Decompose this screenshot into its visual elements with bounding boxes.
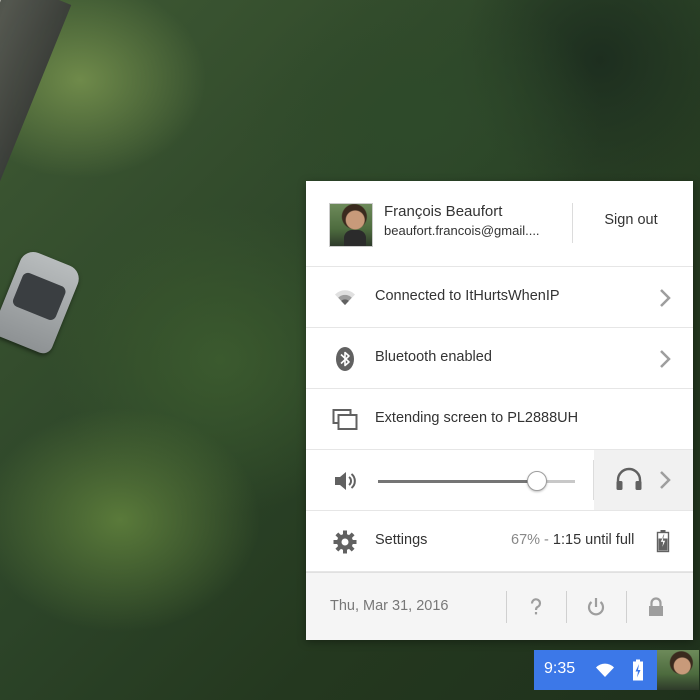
system-tray-menu: François Beaufort beaufort.francois@gmai… (306, 181, 693, 640)
network-row[interactable]: Connected to ItHurtsWhenIP (306, 267, 693, 328)
wallpaper-car (0, 247, 83, 357)
volume-slider-thumb[interactable] (526, 471, 547, 491)
chevron-right-icon (660, 289, 671, 307)
battery-status: 67% - 1:15 until full (511, 532, 634, 548)
battery-charging-icon (633, 659, 643, 681)
display-icon (332, 409, 358, 430)
divider (572, 203, 573, 243)
battery-time: 1:15 until full (552, 532, 635, 548)
user-row: François Beaufort beaufort.francois@gmai… (306, 181, 693, 267)
battery-percent: 67% (511, 532, 541, 548)
battery-separator: - (540, 532, 553, 548)
help-icon[interactable] (524, 595, 548, 619)
settings-label: Settings (375, 532, 428, 548)
bluetooth-label: Bluetooth enabled (375, 349, 492, 365)
footer-row: Thu, Mar 31, 2016 (306, 572, 693, 640)
gear-icon (333, 530, 357, 554)
network-label: Connected to ItHurtsWhenIP (375, 288, 560, 304)
speaker-icon[interactable] (332, 468, 358, 494)
sign-out-button[interactable]: Sign out (586, 212, 676, 228)
lock-icon[interactable] (644, 595, 668, 619)
volume-slider-fill (378, 480, 536, 483)
shelf-status-area[interactable]: 9:35 (534, 650, 658, 690)
chevron-right-icon (660, 471, 671, 489)
shelf-clock: 9:35 (544, 660, 576, 677)
user-name: François Beaufort (384, 203, 503, 220)
chevron-right-icon (660, 350, 671, 368)
divider (566, 591, 567, 623)
bluetooth-icon (336, 347, 354, 371)
power-icon[interactable] (584, 595, 608, 619)
settings-row[interactable]: Settings 67% - 1:15 until full (306, 511, 693, 572)
wifi-icon (335, 290, 355, 305)
user-avatar (329, 203, 373, 247)
display-row[interactable]: Extending screen to PL2888UH (306, 389, 693, 450)
battery-charging-icon (656, 530, 670, 553)
date-label[interactable]: Thu, Mar 31, 2016 (330, 598, 449, 614)
volume-row (306, 450, 693, 511)
display-label: Extending screen to PL2888UH (375, 410, 579, 426)
divider (506, 591, 507, 623)
wallpaper-road (0, 0, 72, 451)
wifi-icon (596, 663, 614, 677)
audio-output-button[interactable] (594, 450, 693, 510)
shelf-user-avatar[interactable] (657, 650, 699, 690)
user-email: beaufort.francois@gmail.... (384, 223, 540, 238)
divider (626, 591, 627, 623)
bluetooth-row[interactable]: Bluetooth enabled (306, 328, 693, 389)
headphones-icon (616, 467, 642, 490)
